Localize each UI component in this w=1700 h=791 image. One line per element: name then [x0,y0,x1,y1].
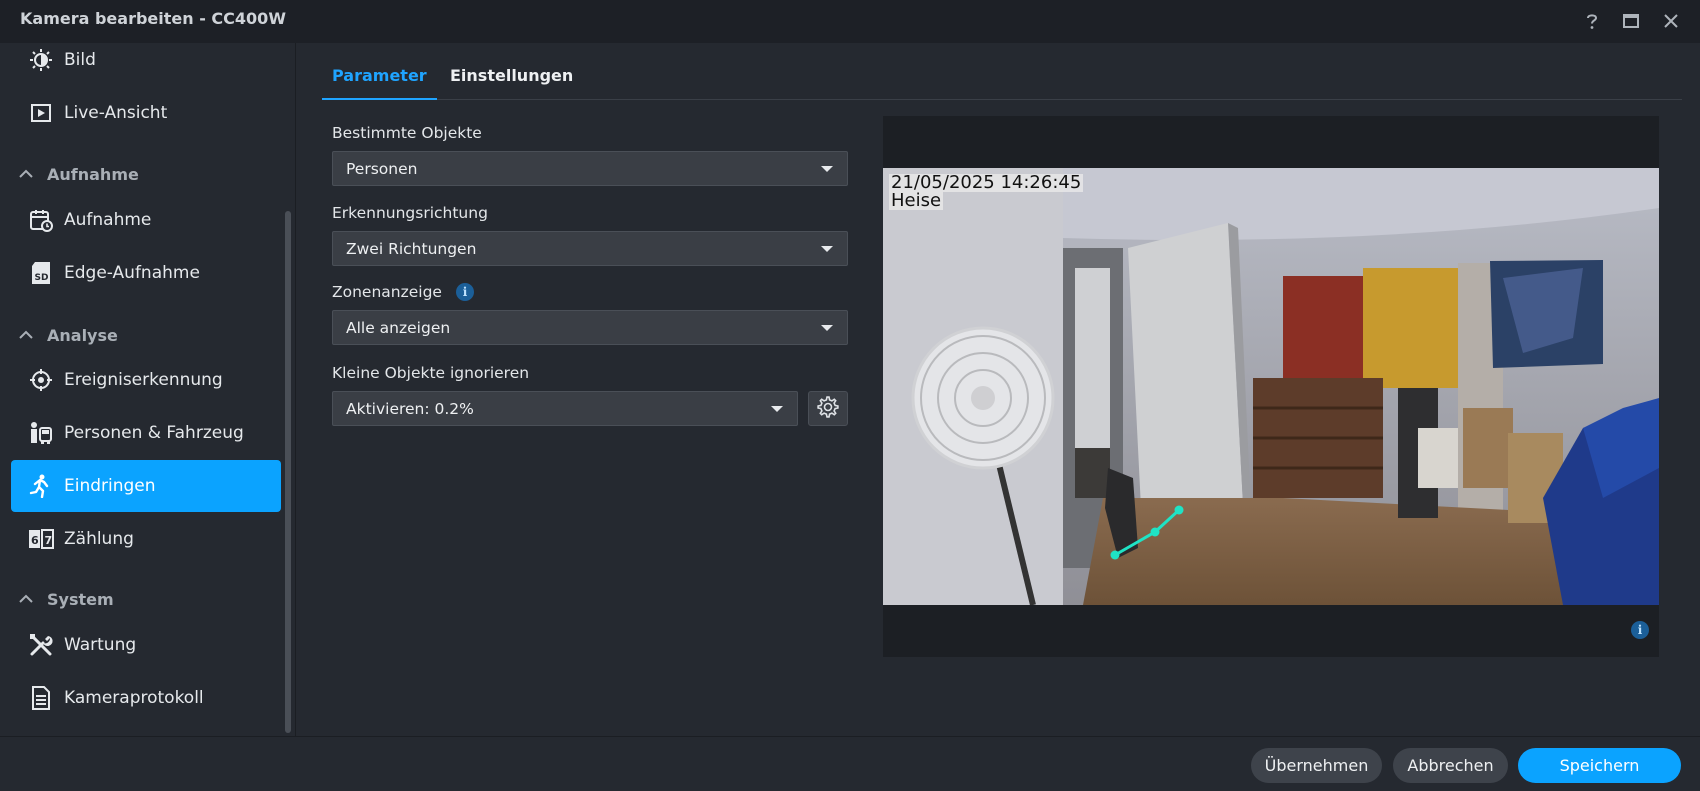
brightness-icon [28,47,54,73]
preview-info-icon[interactable]: i [1631,621,1649,639]
sidebar-item-label: Edge-Aufnahme [64,263,200,283]
camera-preview-image[interactable]: 21/05/2025 14:26:45 Heise [883,168,1659,605]
sidebar-group-aufnahme[interactable]: Aufnahme [17,159,139,189]
sidebar-item-label: Personen & Fahrzeug [64,423,244,443]
sidebar-item-kameraprotokoll[interactable]: Kameraprotokoll [11,672,281,724]
edit-camera-dialog: Kamera bearbeiten - CC400W Bild Live-Ans… [0,0,1700,791]
sidebar-item-eindringen[interactable]: Eindringen [11,460,281,512]
sidebar-item-label: Wartung [64,635,137,655]
direction-select-value: Zwei Richtungen [346,239,477,258]
save-button[interactable]: Speichern [1518,748,1681,783]
gear-icon [817,395,839,422]
question-icon[interactable] [1579,8,1605,34]
sidebar-group-label: Analyse [47,325,118,345]
calendar-record-icon [28,207,54,233]
sidebar-item-bild[interactable]: Bild [11,43,281,86]
sidebar-item-aufnahme[interactable]: Aufnahme [11,194,281,246]
sidebar-item-personen-fahrzeug[interactable]: Personen & Fahrzeug [11,407,281,459]
person-car-icon [28,420,54,446]
title-bar: Kamera bearbeiten - CC400W [0,0,1700,43]
chevron-down-icon [771,406,783,412]
small-objects-select-value: Aktivieren: 0.2% [346,399,474,418]
small-objects-label: Kleine Objekte ignorieren [332,364,530,382]
sidebar-item-label: Eindringen [64,476,156,496]
direction-label: Erkennungsrichtung [332,204,488,222]
zone-label: Zonenanzeige [332,283,442,301]
small-objects-settings-button[interactable] [808,391,848,426]
zone-select-value: Alle anzeigen [346,318,451,337]
chevron-up-icon [17,165,35,183]
play-box-icon [28,100,54,126]
info-icon[interactable]: i [455,283,474,301]
objects-select[interactable]: Personen [332,151,848,186]
objects-select-value: Personen [346,159,418,178]
crosshair-icon [28,367,54,393]
chevron-up-icon [17,326,35,344]
sidebar-group-label: System [47,589,114,609]
small-objects-select[interactable]: Aktivieren: 0.2% [332,391,798,426]
maximize-icon[interactable] [1618,8,1644,34]
counter-icon: 67 [28,526,54,552]
sidebar-item-label: Zählung [64,529,134,549]
zone-select[interactable]: Alle anzeigen [332,310,848,345]
tab-parameter[interactable]: Parameter [322,56,437,100]
chevron-down-icon [821,325,833,331]
sidebar-item-label: Aufnahme [64,210,152,230]
svg-text:6: 6 [31,534,39,547]
running-person-icon [28,473,54,499]
sidebar-item-label: Kameraprotokoll [64,688,204,708]
osd-camera-name: Heise [889,190,944,211]
camera-preview-panel: 21/05/2025 14:26:45 Heise i [883,116,1659,657]
tools-icon [28,632,54,658]
close-icon[interactable] [1658,8,1684,34]
svg-text:7: 7 [45,534,53,547]
sidebar-item-label: Ereigniserkennung [64,370,223,390]
chevron-down-icon [821,246,833,252]
svg-text:SD: SD [35,273,49,283]
sidebar-group-system[interactable]: System [17,584,114,614]
sd-card-icon: SD [28,260,54,286]
zone-label-row: Zonenanzeige i [332,283,474,301]
direction-select[interactable]: Zwei Richtungen [332,231,848,266]
sidebar-item-edge-aufnahme[interactable]: SD Edge-Aufnahme [11,247,281,299]
chevron-up-icon [17,590,35,608]
tab-bar: Parameter Einstellungen [322,56,1682,100]
sidebar-item-zaehlung[interactable]: 67 Zählung [11,513,281,565]
sidebar-scrollbar[interactable] [285,211,291,733]
chevron-down-icon [821,166,833,172]
objects-label: Bestimmte Objekte [332,124,482,142]
sidebar-item-live-ansicht[interactable]: Live-Ansicht [11,87,281,139]
sidebar-group-analyse[interactable]: Analyse [17,320,118,350]
sidebar-item-label: Live-Ansicht [64,103,168,123]
log-list-icon [28,685,54,711]
camera-osd: 21/05/2025 14:26:45 Heise [889,174,1084,211]
window-title: Kamera bearbeiten - CC400W [20,9,286,28]
cancel-button[interactable]: Abbrechen [1393,748,1508,783]
sidebar-item-label: Bild [64,50,96,70]
apply-button[interactable]: Übernehmen [1251,748,1382,783]
sidebar: Bild Live-Ansicht Aufnahme Aufnahme SD E… [0,43,296,736]
sidebar-group-label: Aufnahme [47,164,139,184]
sidebar-item-ereigniserkennung[interactable]: Ereigniserkennung [11,354,281,406]
sidebar-item-wartung[interactable]: Wartung [11,619,281,671]
tab-einstellungen[interactable]: Einstellungen [440,56,583,100]
